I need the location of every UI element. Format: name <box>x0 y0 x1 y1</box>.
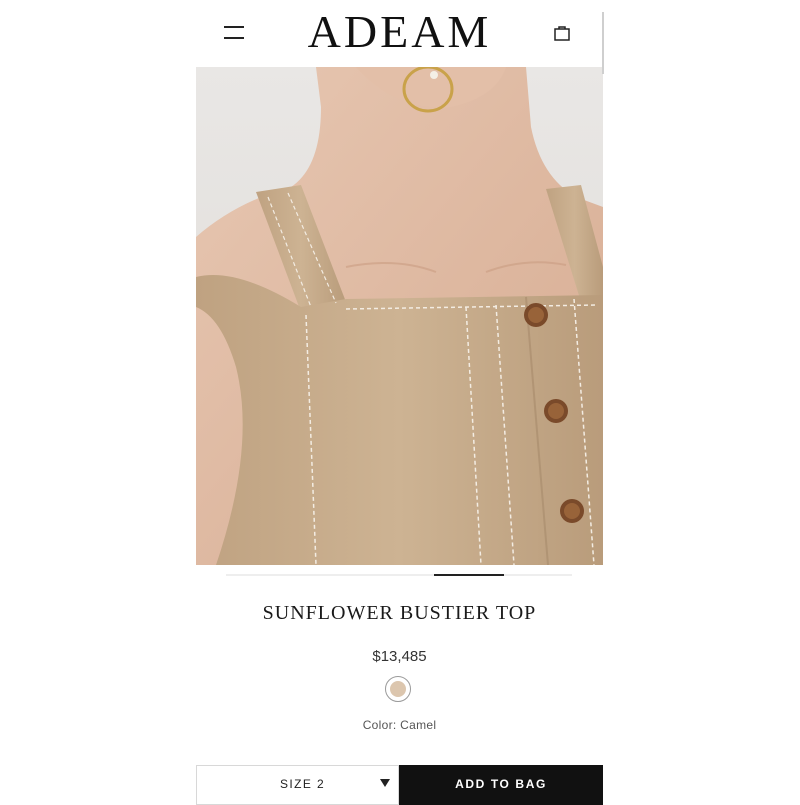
image-carousel-indicator <box>434 574 504 576</box>
brand-logo[interactable]: ADEAM <box>196 4 603 60</box>
size-value: SIZE 2 <box>280 777 326 791</box>
caret-down-icon <box>380 779 390 787</box>
shopping-bag-icon[interactable] <box>553 24 571 42</box>
product-page: ADEAM SUNFLOWER BUSTIER TOP $13,485 Colo… <box>196 0 603 805</box>
add-to-bag-button[interactable]: ADD TO BAG <box>399 765 603 805</box>
product-price: $13,485 <box>372 648 427 665</box>
product-image[interactable] <box>196 67 603 565</box>
color-label: Color: Camel <box>362 718 437 732</box>
image-carousel-track[interactable] <box>226 574 572 576</box>
swatch-fill <box>390 681 406 697</box>
scrollbar[interactable] <box>602 12 604 74</box>
product-title: SUNFLOWER BUSTIER TOP <box>262 602 537 624</box>
color-swatch-camel[interactable] <box>385 676 411 702</box>
site-header: ADEAM <box>196 0 603 66</box>
add-to-bag-label: ADD TO BAG <box>455 777 547 791</box>
size-select[interactable]: SIZE 2 <box>196 765 399 805</box>
